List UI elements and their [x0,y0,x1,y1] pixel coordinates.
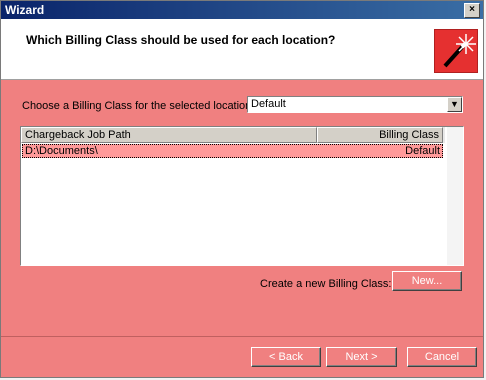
magic-wand-icon [434,29,478,73]
wizard-header: Which Billing Class should be used for e… [1,19,483,80]
wizard-body: Choose a Billing Class for the selected … [1,80,483,336]
next-button[interactable]: Next > [326,347,397,367]
column-header-job-path[interactable]: Chargeback Job Path [21,127,317,143]
list-item-billing-class: Default [405,145,440,157]
billing-class-select-value: Default [251,98,286,110]
list-item-path: D:\Documents\ [25,145,98,157]
page-title: Which Billing Class should be used for e… [26,33,336,47]
back-button[interactable]: < Back [251,347,321,367]
chevron-down-icon[interactable]: ▼ [447,97,462,112]
new-button-label: New... [411,275,443,287]
back-button-label: < Back [269,351,303,363]
location-list[interactable]: Chargeback Job Path Billing Class D:\Doc… [20,126,464,266]
close-icon: × [469,4,475,15]
list-header: Chargeback Job Path Billing Class [21,127,445,143]
wizard-window: Wizard × Which Billing Class should be u… [0,0,484,378]
cancel-button-label: Cancel [424,351,460,363]
billing-class-select[interactable]: Default ▼ [247,96,463,113]
window-title: Wizard [5,3,45,17]
new-billing-class-label: Create a new Billing Class: [260,278,392,290]
list-scrollbar[interactable] [447,127,463,265]
billing-class-label: Choose a Billing Class for the selected … [22,100,255,112]
column-header-billing-class[interactable]: Billing Class [317,127,443,143]
wizard-footer: < Back Next > Cancel [1,336,483,380]
list-item[interactable]: D:\Documents\ Default [22,144,443,158]
close-button[interactable]: × [464,3,480,18]
next-button-label: Next > [345,351,378,363]
title-bar: Wizard × [1,1,483,19]
new-billing-class-button[interactable]: New... [392,271,462,291]
cancel-button[interactable]: Cancel [407,347,477,367]
